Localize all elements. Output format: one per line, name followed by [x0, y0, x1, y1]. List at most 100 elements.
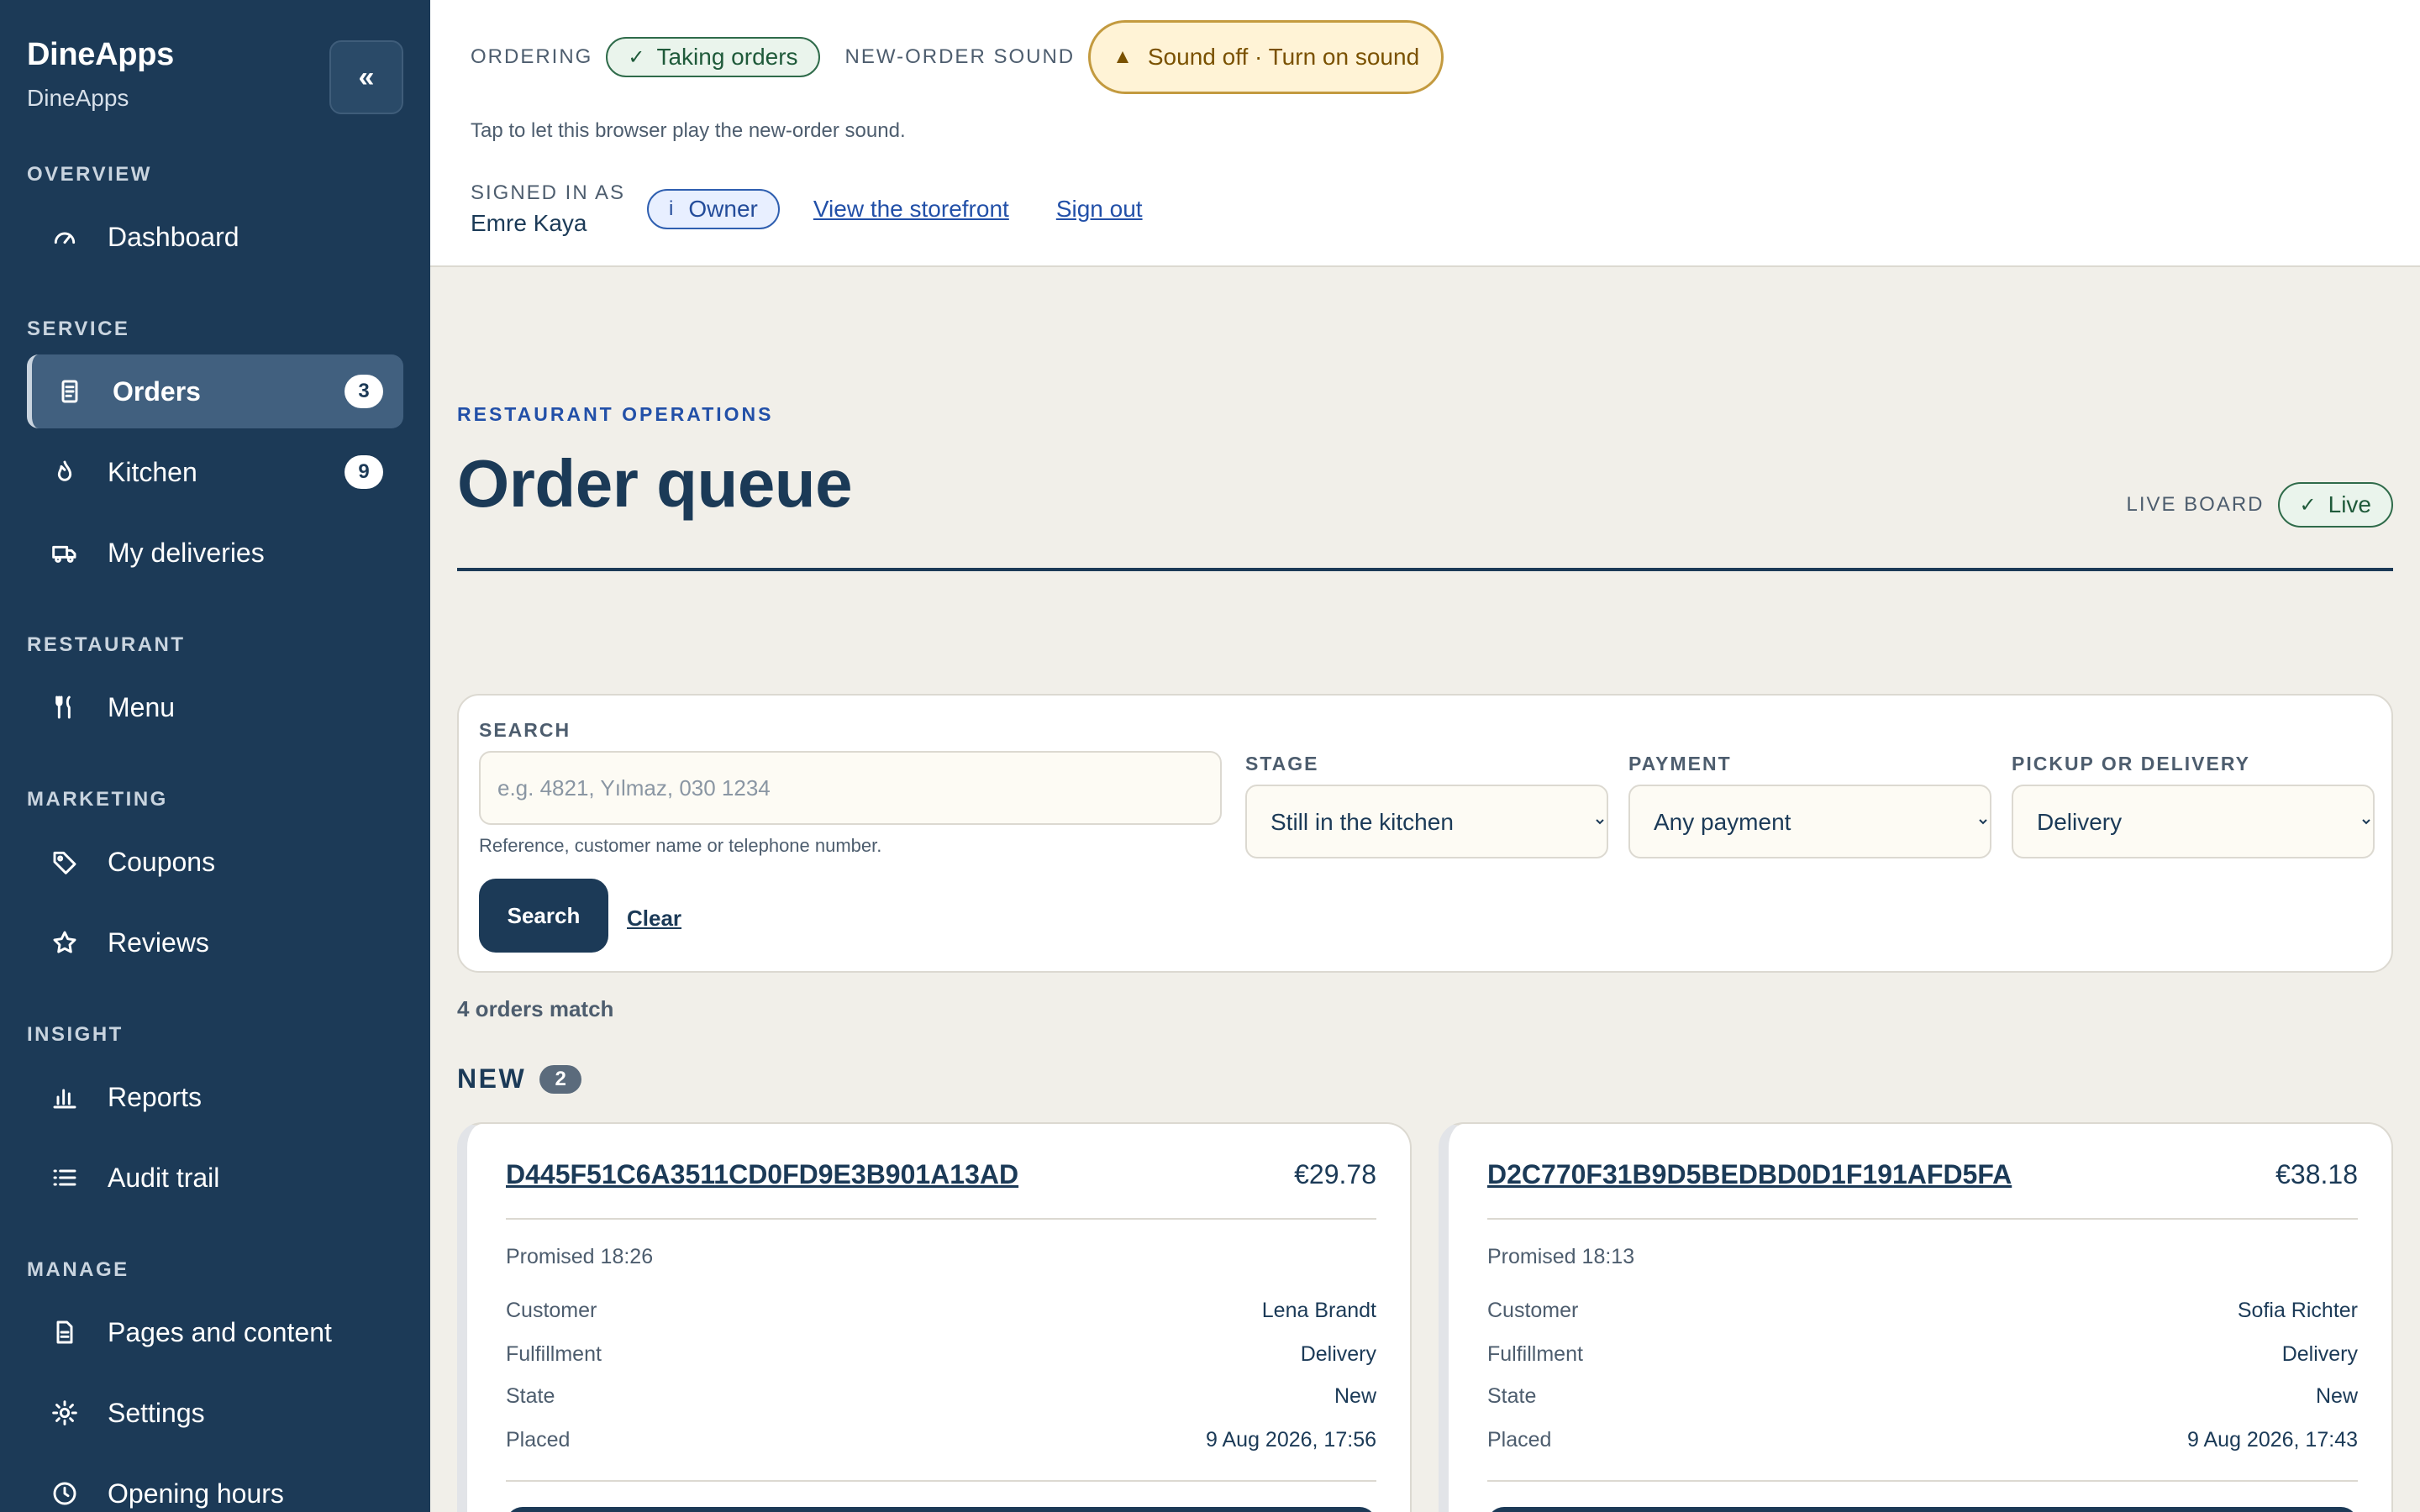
detail-value: Delivery — [2281, 1342, 2358, 1366]
brand: DineApps DineApps — [27, 37, 174, 112]
sidebar-item-reviews[interactable]: Reviews — [27, 906, 403, 979]
warning-icon: ▲ — [1113, 45, 1133, 68]
detail-value: New — [2315, 1384, 2358, 1408]
signed-in-block: SIGNED IN AS Emre Kaya — [471, 181, 625, 237]
detail-key: Customer — [1487, 1299, 1579, 1322]
payment-select[interactable]: Any payment — [1628, 785, 1991, 858]
order-promised-time: Promised 18:26 — [506, 1245, 654, 1268]
stage-select[interactable]: Still in the kitchen — [1245, 785, 1608, 858]
live-board-label: LIVE BOARD — [2126, 493, 2265, 516]
role-text: Owner — [688, 196, 758, 222]
order-detail-row: State New — [1487, 1384, 2358, 1409]
turn-on-sound-button[interactable]: ▲ Sound off · Turn on sound — [1088, 20, 1444, 94]
sidebar-item-label: Kitchen — [108, 456, 197, 487]
sidebar-item-audit-trail[interactable]: Audit trail — [27, 1141, 403, 1215]
sidebar-item-label: Audit trail — [108, 1162, 220, 1193]
view-storefront-link[interactable]: View the storefront — [813, 196, 1009, 223]
nav-group-insight: INSIGHT — [27, 1023, 124, 1046]
search-button[interactable]: Search — [479, 879, 608, 953]
sidebar-item-orders[interactable]: Orders 3 — [27, 354, 403, 428]
order-divider — [1487, 1480, 2358, 1482]
order-detail-row: Fulfillment Delivery — [1487, 1342, 2358, 1367]
order-action-button[interactable] — [1487, 1507, 2358, 1512]
detail-value: Sofia Richter — [2237, 1299, 2358, 1322]
sidebar-item-label: Settings — [108, 1397, 205, 1428]
detail-key: Customer — [506, 1299, 597, 1322]
sidebar-item-pages-and-content[interactable]: Pages and content — [27, 1295, 403, 1369]
detail-key: State — [506, 1384, 555, 1408]
clear-filters-link[interactable]: Clear — [627, 906, 681, 932]
sidebar-item-label: Reports — [108, 1081, 203, 1112]
sidebar-item-coupons[interactable]: Coupons — [27, 825, 403, 899]
page-eyebrow: RESTAURANT OPERATIONS — [457, 403, 774, 425]
check-icon: ✓ — [2299, 493, 2317, 517]
gauge-icon — [50, 223, 79, 251]
nav-group-overview: OVERVIEW — [27, 163, 152, 186]
gear-icon — [50, 1399, 79, 1427]
fulfillment-label: PICKUP OR DELIVERY — [2012, 753, 2250, 774]
sign-out-link[interactable]: Sign out — [1056, 196, 1143, 223]
signed-in-label: SIGNED IN AS — [471, 181, 626, 204]
utensils-icon — [50, 693, 79, 722]
sound-button-label: Sound off · Turn on sound — [1147, 44, 1420, 70]
sound-label: NEW-ORDER SOUND — [844, 45, 1076, 68]
detail-value: 9 Aug 2026, 17:56 — [1206, 1428, 1376, 1452]
info-icon: i — [669, 197, 674, 220]
document-icon — [50, 1318, 79, 1347]
search-label: SEARCH — [479, 719, 571, 741]
detail-key: Fulfillment — [1487, 1342, 1583, 1366]
live-status-text: Live — [2328, 491, 2371, 517]
sound-hint: Tap to let this browser play the new-ord… — [471, 119, 906, 142]
payment-label: PAYMENT — [1628, 753, 1732, 774]
ordering-label: ORDERING — [471, 45, 593, 68]
order-card: D445F51C6A3511CD0FD9E3B901A13AD €29.78 P… — [457, 1122, 1412, 1512]
detail-key: Placed — [506, 1428, 571, 1452]
order-reference-link[interactable]: D2C770F31B9D5BEDBD0D1F191AFD5FA — [1487, 1159, 2012, 1190]
collapse-sidebar-button[interactable]: « — [329, 40, 403, 114]
section-count-badge: 2 — [539, 1064, 582, 1094]
flame-icon — [50, 458, 79, 486]
search-help-text: Reference, customer name or telephone nu… — [479, 835, 882, 856]
order-detail-row: Customer Sofia Richter — [1487, 1299, 2358, 1323]
order-detail-row: Placed 9 Aug 2026, 17:56 — [506, 1428, 1376, 1452]
order-total: €38.18 — [2275, 1159, 2358, 1189]
sidebar-item-reports[interactable]: Reports — [27, 1060, 403, 1134]
order-action-button[interactable] — [506, 1507, 1376, 1512]
sidebar-item-label: Reviews — [108, 927, 209, 958]
sidebar-item-dashboard[interactable]: Dashboard — [27, 200, 403, 274]
detail-value: New — [1334, 1384, 1376, 1408]
list-icon — [50, 1163, 79, 1192]
sidebar-item-menu[interactable]: Menu — [27, 670, 403, 744]
orders-count-badge: 3 — [345, 375, 383, 408]
role-badge: i Owner — [647, 189, 780, 229]
truck-icon — [50, 538, 79, 567]
order-reference-link[interactable]: D445F51C6A3511CD0FD9E3B901A13AD — [506, 1159, 1018, 1190]
brand-subtitle: DineApps — [27, 85, 129, 111]
order-promised-time: Promised 18:13 — [1487, 1245, 1635, 1268]
search-input[interactable] — [479, 751, 1222, 825]
detail-value: 9 Aug 2026, 17:43 — [2187, 1428, 2358, 1452]
sidebar-item-my-deliveries[interactable]: My deliveries — [27, 516, 403, 590]
sidebar-item-opening-hours[interactable]: Opening hours — [27, 1457, 403, 1512]
title-divider — [457, 568, 2393, 571]
order-detail-row: Customer Lena Brandt — [506, 1299, 1376, 1323]
sidebar-item-label: Opening hours — [108, 1478, 284, 1509]
sidebar: DineApps DineApps « OVERVIEW Dashboard S… — [0, 0, 430, 1512]
kitchen-count-badge: 9 — [345, 455, 383, 489]
sidebar-item-settings[interactable]: Settings — [27, 1376, 403, 1450]
sidebar-item-label: Menu — [108, 691, 176, 722]
check-icon: ✓ — [628, 45, 645, 69]
order-card: D2C770F31B9D5BEDBD0D1F191AFD5FA €38.18 P… — [1439, 1122, 2393, 1512]
receipt-icon — [55, 377, 84, 406]
signed-in-row: SIGNED IN AS Emre Kaya i Owner View the … — [471, 181, 1143, 237]
sidebar-item-kitchen[interactable]: Kitchen 9 — [27, 435, 403, 509]
fulfillment-select[interactable]: Delivery — [2012, 785, 2375, 858]
section-title: NEW — [457, 1063, 527, 1094]
tag-icon — [50, 848, 79, 876]
match-count: 4 orders match — [457, 996, 614, 1021]
top-header: ORDERING ✓ Taking orders NEW-ORDER SOUND… — [430, 0, 2420, 267]
clock-icon — [50, 1479, 79, 1508]
order-detail-row: Fulfillment Delivery — [506, 1342, 1376, 1367]
live-board-status: LIVE BOARD ✓ Live — [2126, 482, 2393, 528]
detail-value: Delivery — [1300, 1342, 1376, 1366]
